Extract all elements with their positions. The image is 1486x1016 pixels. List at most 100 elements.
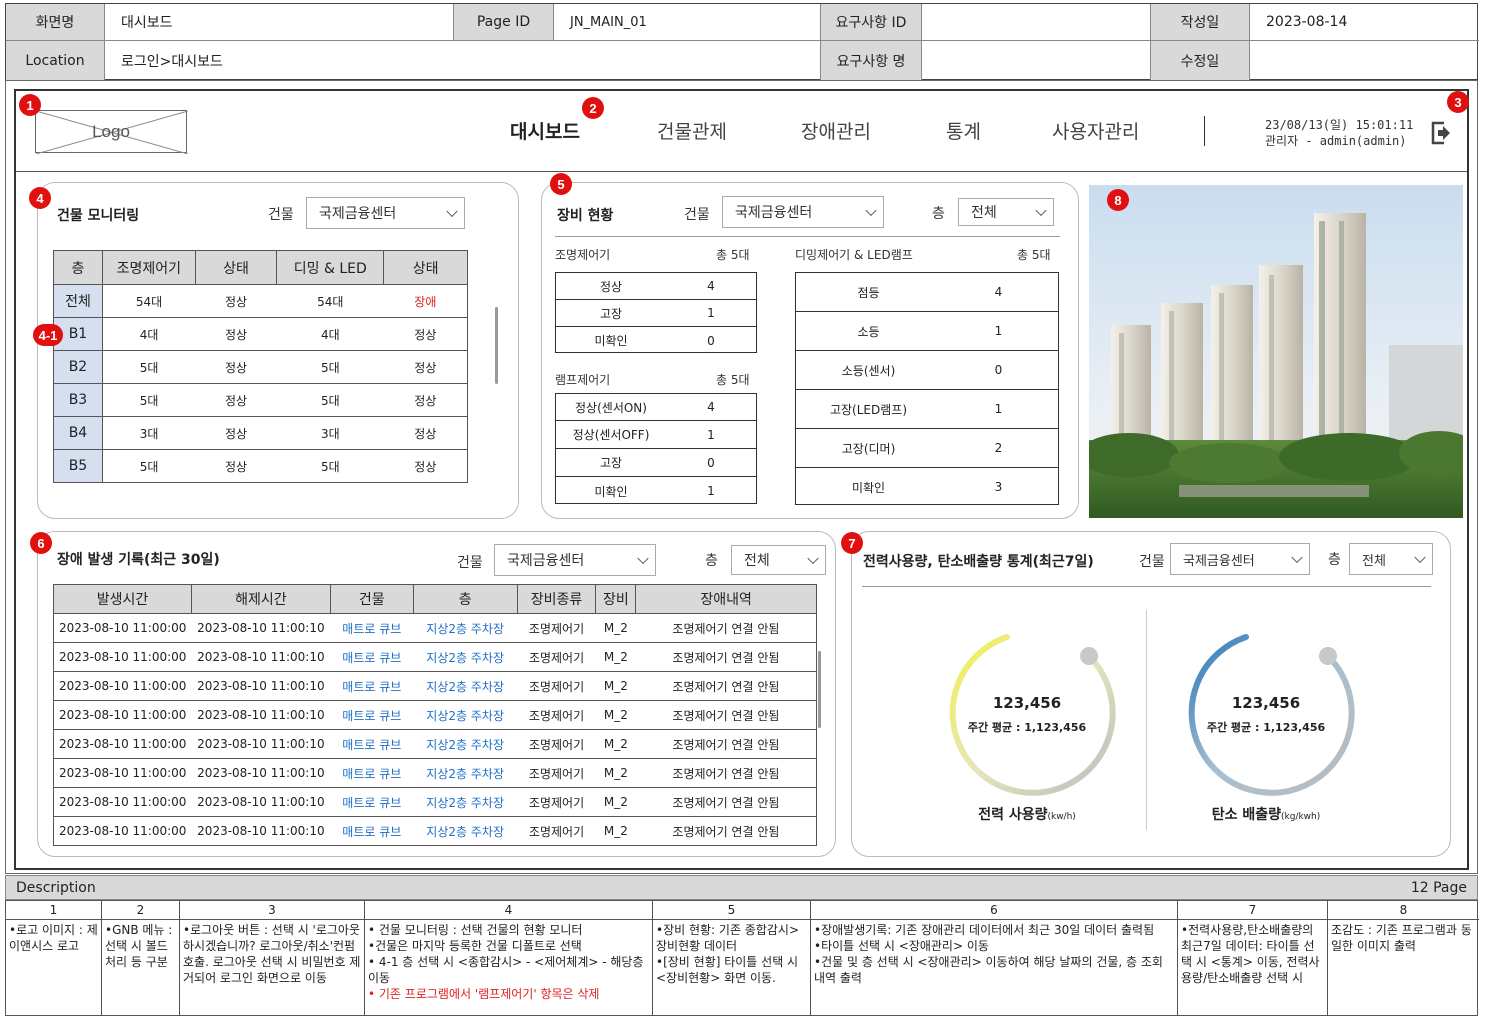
status-name: 고장(디머) (841, 441, 896, 456)
divider (555, 236, 1060, 237)
list-item: 고장 0 (556, 449, 756, 477)
table-cell: 2023-08-10 11:00:00 (53, 758, 192, 788)
column-header: 장비 (595, 584, 637, 614)
building-link[interactable]: 매트로 큐브 (330, 613, 414, 643)
floor-link[interactable]: 지상2층 주차장 (413, 816, 518, 846)
building-link[interactable]: 매트로 큐브 (330, 671, 414, 701)
floor-cell[interactable]: B4 (53, 416, 103, 450)
divider (862, 586, 1431, 587)
table-cell: 2023-08-10 11:00:00 (53, 787, 192, 817)
floor-select[interactable]: 전체 (731, 545, 826, 575)
floor-select[interactable]: 전체 (1349, 543, 1433, 575)
marker-4: 4 (29, 187, 51, 209)
menu-building-control[interactable]: 건물관제 (657, 117, 727, 144)
menu-statistics[interactable]: 통계 (946, 117, 981, 144)
lamp-controller-total: 총 5대 (716, 373, 750, 387)
power-usage-gauge[interactable] (936, 620, 1126, 810)
status-name: 고장(LED램프) (829, 402, 908, 417)
marker-1: 1 (19, 94, 41, 116)
table-cell: 5대 (276, 350, 384, 384)
menu-dashboard[interactable]: 대시보드 (510, 117, 580, 144)
building-label: 건물 (268, 207, 294, 223)
building-select[interactable]: 국제금융센터 (722, 196, 884, 228)
floor-select-value: 전체 (744, 553, 770, 569)
floor-cell[interactable]: B5 (53, 449, 103, 483)
status-name: 정상(센서ON) (575, 400, 647, 415)
table-cell: M_2 (595, 700, 636, 730)
carbon-emission-name: 탄소 배출량 (1211, 807, 1281, 823)
table-cell: 조명제어기 (517, 671, 596, 701)
scrollbar[interactable] (495, 307, 498, 384)
table-cell: M_2 (595, 816, 636, 846)
table-cell: 2023-08-10 11:00:10 (191, 613, 331, 643)
table-cell: 3대 (102, 416, 196, 450)
building-link[interactable]: 매트로 큐브 (330, 758, 414, 788)
column-header: 장애내역 (635, 584, 817, 614)
floor-link[interactable]: 지상2층 주차장 (413, 787, 518, 817)
floor-link[interactable]: 지상2층 주차장 (413, 700, 518, 730)
marker-7: 7 (841, 532, 863, 554)
table-row: 2023-08-10 11:00:00 2023-08-10 11:00:10 매트… (53, 671, 817, 701)
table-cell: M_2 (595, 787, 636, 817)
building-link[interactable]: 매트로 큐브 (330, 642, 414, 672)
table-cell: 2023-08-10 11:00:00 (53, 642, 192, 672)
scrollbar[interactable] (818, 651, 821, 728)
table-cell: 2023-08-10 11:00:10 (191, 700, 331, 730)
table-cell: 조명제어기 (517, 787, 596, 817)
status-count: 4 (707, 279, 715, 293)
lamp-controller-box: 정상(센서ON) 4 정상(센서OFF) 1 고장 0 미확인 1 (555, 393, 757, 504)
floor-link[interactable]: 지상2층 주차장 (413, 729, 518, 759)
floor-cell[interactable]: 전체 (53, 284, 103, 318)
column-header: 해제시간 (190, 584, 331, 614)
building-link[interactable]: 매트로 큐브 (330, 700, 414, 730)
table-cell: 2023-08-10 11:00:10 (191, 758, 331, 788)
fault-log-title[interactable]: 장애 발생 기록(최근 30일) (57, 549, 220, 569)
power-usage-name: 전력 사용량 (978, 807, 1048, 823)
menu-fault-management[interactable]: 장애관리 (801, 117, 871, 144)
status-count: 1 (994, 402, 1003, 416)
building-select[interactable]: 국제금융센터 (306, 197, 465, 229)
building-link[interactable]: 매트로 큐브 (330, 816, 414, 846)
spec-modified (1250, 41, 1479, 81)
logo[interactable]: Logo (35, 110, 188, 154)
table-cell: M_2 (595, 758, 636, 788)
building-select[interactable]: 국제금융센터 (494, 544, 656, 576)
table-cell: 2023-08-10 11:00:10 (191, 729, 331, 759)
status-count: 4 (707, 400, 715, 414)
floor-link[interactable]: 지상2층 주차장 (413, 642, 518, 672)
equipment-title[interactable]: 장비 현황 (557, 205, 613, 225)
logout-icon[interactable] (1430, 120, 1452, 146)
floor-cell[interactable]: B3 (53, 383, 103, 417)
spec-location: 로그인>대시보드 (105, 41, 821, 81)
stats-title[interactable]: 전력사용량, 탄소배출량 통계(최근7일) (863, 551, 1094, 571)
floor-select-value: 전체 (971, 205, 997, 221)
spec-label: Location (6, 41, 105, 81)
table-cell: 정상 (195, 317, 277, 351)
table-cell: 2023-08-10 11:00:00 (53, 613, 192, 643)
lighting-controller-total: 총 5대 (716, 248, 750, 262)
building-monitoring-title[interactable]: 건물 모니터링 (57, 205, 139, 225)
floor-link[interactable]: 지상2층 주차장 (413, 758, 518, 788)
description-number: 2 (102, 901, 179, 920)
floor-cell[interactable]: B2 (53, 350, 103, 384)
building-select[interactable]: 국제금융센터 (1170, 543, 1310, 575)
list-item: 미확인 1 (556, 477, 756, 505)
table-cell: 5대 (276, 383, 384, 417)
column-header: 건물 (329, 584, 414, 614)
table-cell: 4대 (102, 317, 196, 351)
power-usage-value: 123,456 (992, 694, 1062, 712)
table-cell: 정상 (195, 416, 277, 450)
list-item: 미확인 3 (796, 468, 1058, 506)
table-cell: 정상 (195, 350, 277, 384)
floor-link[interactable]: 지상2층 주차장 (413, 671, 518, 701)
spec-label: 요구사항 명 (821, 41, 922, 81)
building-link[interactable]: 매트로 큐브 (330, 729, 414, 759)
building-link[interactable]: 매트로 큐브 (330, 787, 414, 817)
floor-select[interactable]: 전체 (958, 198, 1054, 226)
description-column: 5 •장비 현황: 기존 종합감시>장비현황 데이터 •[장비 현황] 타이틀 … (653, 901, 811, 1016)
table-cell: M_2 (595, 642, 636, 672)
table-cell: 조명제어기 연결 안됨 (635, 642, 817, 672)
menu-user-management[interactable]: 사용자관리 (1052, 117, 1139, 144)
floor-link[interactable]: 지상2층 주차장 (413, 613, 518, 643)
carbon-emission-gauge[interactable] (1175, 620, 1365, 810)
